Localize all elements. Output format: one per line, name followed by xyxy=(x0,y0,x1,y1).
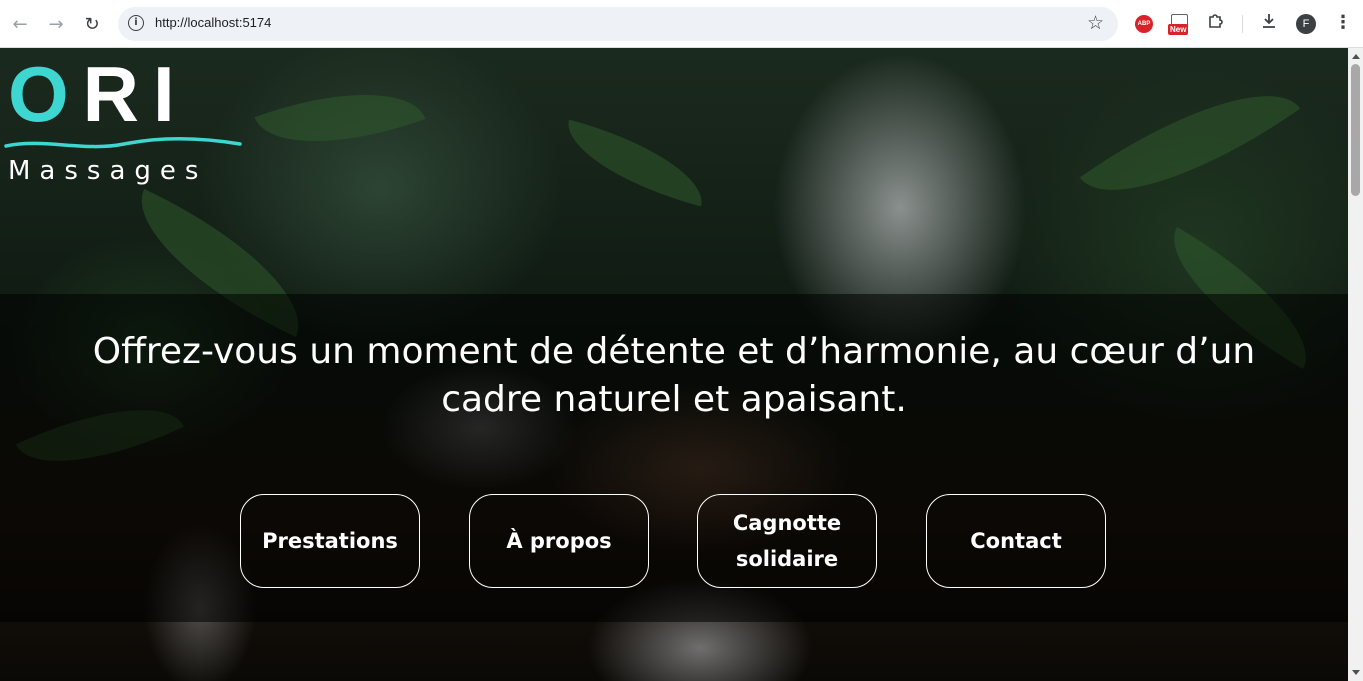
logo-wordmark: ORI xyxy=(8,52,189,136)
scroll-thumb[interactable] xyxy=(1351,64,1360,196)
star-icon[interactable]: ☆ xyxy=(1087,12,1104,34)
vertical-scrollbar[interactable] xyxy=(1348,48,1363,681)
contact-button[interactable]: Contact xyxy=(926,494,1106,588)
browser-toolbar: ← → ↻ i http://localhost:5174 ☆ ABP New … xyxy=(0,0,1363,48)
info-icon[interactable]: i xyxy=(128,15,144,31)
apropos-button[interactable]: À propos xyxy=(469,494,649,588)
toolbar-separator xyxy=(1242,15,1243,33)
logo-subtitle: Massages xyxy=(8,156,208,186)
logo-letters: RI xyxy=(82,50,189,138)
puzzle-icon[interactable] xyxy=(1207,12,1225,35)
profile-avatar[interactable]: F xyxy=(1296,14,1316,34)
site-logo[interactable]: ORI Massages xyxy=(4,52,242,186)
contact-label: Contact xyxy=(970,529,1062,553)
adblock-extension-icon[interactable]: ABP xyxy=(1135,15,1153,33)
back-icon[interactable]: ← xyxy=(8,12,32,36)
leaf-decoration xyxy=(556,119,714,207)
logo-letter-o: O xyxy=(8,50,83,138)
new-extension-icon[interactable]: New xyxy=(1168,13,1192,37)
hero-tagline: Offrez-vous un moment de détente et d’ha… xyxy=(92,331,1256,420)
forward-icon[interactable]: → xyxy=(44,12,68,36)
kebab-menu-icon[interactable]: ⋮ xyxy=(1334,12,1352,33)
reload-icon[interactable]: ↻ xyxy=(80,12,104,36)
logo-wave-icon xyxy=(4,136,242,149)
url-text[interactable]: http://localhost:5174 xyxy=(155,15,271,30)
apropos-label: À propos xyxy=(506,529,612,553)
page-viewport: ORI Massages Offrez-vous un moment de dé… xyxy=(0,48,1348,681)
address-bar[interactable]: i http://localhost:5174 ☆ xyxy=(118,7,1118,41)
prestations-label: Prestations xyxy=(262,529,398,553)
cagnotte-solidaire-button[interactable]: Cagnotte solidaire xyxy=(697,494,877,588)
new-badge: New xyxy=(1168,24,1189,35)
leaf-decoration xyxy=(1079,51,1301,235)
download-icon[interactable] xyxy=(1260,12,1278,35)
leaf-decoration xyxy=(254,62,426,174)
adblock-label: ABP xyxy=(1137,21,1151,27)
cagnotte-label-line1: Cagnotte xyxy=(732,511,842,535)
scroll-up-icon[interactable] xyxy=(1352,54,1360,59)
cagnotte-label-line2: solidaire xyxy=(735,547,839,571)
prestations-button[interactable]: Prestations xyxy=(240,494,420,588)
scroll-down-icon[interactable] xyxy=(1352,670,1360,675)
